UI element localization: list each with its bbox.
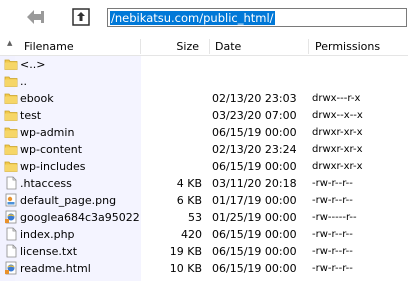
file-permissions: drwx---r-x bbox=[312, 93, 361, 104]
file-name: wp-content bbox=[20, 143, 83, 156]
folder-icon bbox=[4, 142, 18, 156]
file-row[interactable]: readme.html 10 KB 06/15/19 00:00 -rw-r--r-- bbox=[0, 260, 408, 277]
file-icon bbox=[4, 244, 18, 258]
file-size bbox=[141, 158, 202, 175]
file-size: 10 KB bbox=[169, 262, 202, 275]
file-size bbox=[141, 107, 202, 124]
file-date: 01/25/19 00:00 bbox=[212, 211, 297, 224]
path-text[interactable]: /nebikatsu.com/public_html/ bbox=[110, 11, 275, 25]
file-size: 4 KB bbox=[176, 177, 202, 190]
file-date: 02/13/20 23:24 bbox=[212, 143, 297, 156]
file-permissions: drwxr-xr-x bbox=[312, 161, 363, 172]
folder-icon bbox=[4, 125, 18, 139]
file-name: index.php bbox=[20, 228, 75, 241]
image-file-icon bbox=[4, 193, 18, 207]
column-divider[interactable] bbox=[308, 39, 309, 54]
file-permissions: -rw-----r-- bbox=[312, 212, 357, 223]
column-filename[interactable]: Filename bbox=[24, 38, 74, 55]
file-permissions: drwxr-xr-x bbox=[312, 127, 363, 138]
path-input[interactable]: /nebikatsu.com/public_html/ bbox=[107, 8, 407, 27]
file-name: .htaccess bbox=[20, 177, 72, 190]
file-size: 53 bbox=[188, 211, 202, 224]
file-date: 02/13/20 23:03 bbox=[212, 92, 297, 105]
file-name: .. bbox=[20, 75, 27, 88]
toolbar: /nebikatsu.com/public_html/ bbox=[0, 0, 408, 36]
file-permissions: drwx--x--x bbox=[312, 110, 363, 121]
folder-icon bbox=[4, 74, 18, 88]
file-size: 420 bbox=[181, 228, 202, 241]
column-size[interactable]: Size bbox=[141, 38, 199, 55]
folder-icon bbox=[4, 108, 18, 122]
sort-up-icon: ▲ bbox=[7, 39, 13, 47]
file-list: <..>.. ebook 02/13/20 23:03 drwx---r-x test 0… bbox=[0, 56, 408, 277]
column-divider[interactable] bbox=[209, 39, 210, 54]
file-date: 03/23/20 07:00 bbox=[212, 109, 297, 122]
file-size bbox=[141, 124, 202, 141]
file-size bbox=[141, 73, 202, 90]
file-icon bbox=[4, 227, 18, 241]
column-date[interactable]: Date bbox=[215, 38, 241, 55]
file-name: test bbox=[20, 109, 42, 122]
file-row[interactable]: test 03/23/20 07:00 drwx--x--x bbox=[0, 107, 408, 124]
file-row[interactable]: wp-includes 06/15/19 00:00 drwxr-xr-x bbox=[0, 158, 408, 175]
file-permissions: -rw-r--r-- bbox=[312, 246, 353, 257]
html-file-icon bbox=[4, 261, 18, 275]
file-name: default_page.png bbox=[20, 194, 117, 207]
file-permissions: -rw-r--r-- bbox=[312, 263, 353, 274]
file-name: wp-includes bbox=[20, 160, 86, 173]
file-row[interactable]: googlea684c3a95022f... 53 01/25/19 00:00 -r… bbox=[0, 209, 408, 226]
folder-icon bbox=[4, 57, 18, 71]
file-row[interactable]: <..> bbox=[0, 56, 408, 73]
file-date: 06/15/19 00:00 bbox=[212, 160, 297, 173]
file-date: 06/15/19 00:00 bbox=[212, 126, 297, 139]
file-row[interactable]: .htaccess 4 KB 03/11/20 20:18 -rw-r--r-- bbox=[0, 175, 408, 192]
file-size bbox=[141, 56, 202, 73]
file-date: 06/15/19 00:00 bbox=[212, 245, 297, 258]
file-name: googlea684c3a95022f... bbox=[20, 211, 140, 224]
file-name: wp-admin bbox=[20, 126, 75, 139]
file-date: 03/11/20 20:18 bbox=[212, 177, 297, 190]
file-row[interactable]: license.txt 19 KB 06/15/19 00:00 -rw-r--r-- bbox=[0, 243, 408, 260]
file-permissions: drwxr-xr-x bbox=[312, 144, 363, 155]
parent-directory-icon[interactable] bbox=[70, 6, 92, 28]
file-row[interactable]: index.php 420 06/15/19 00:00 -rw-r--r-- bbox=[0, 226, 408, 243]
back-arrow-icon[interactable] bbox=[24, 6, 46, 28]
html-file-icon bbox=[4, 210, 18, 224]
file-size bbox=[141, 141, 202, 158]
file-permissions: -rw-r--r-- bbox=[312, 229, 353, 240]
folder-icon bbox=[4, 159, 18, 173]
file-size: 19 KB bbox=[169, 245, 202, 258]
file-date: 06/15/19 00:00 bbox=[212, 262, 297, 275]
file-row[interactable]: wp-admin 06/15/19 00:00 drwxr-xr-x bbox=[0, 124, 408, 141]
file-size bbox=[141, 90, 202, 107]
file-name: license.txt bbox=[20, 245, 78, 258]
file-row[interactable]: .. bbox=[0, 73, 408, 90]
column-header: ▲ Filename Size Date Permissions bbox=[0, 38, 408, 56]
file-date: 06/15/19 00:00 bbox=[212, 228, 297, 241]
column-permissions[interactable]: Permissions bbox=[315, 38, 380, 55]
file-name: <..> bbox=[20, 58, 46, 71]
file-size: 6 KB bbox=[176, 194, 202, 207]
file-name: readme.html bbox=[20, 262, 91, 275]
file-row[interactable]: wp-content 02/13/20 23:24 drwxr-xr-x bbox=[0, 141, 408, 158]
file-row[interactable]: ebook 02/13/20 23:03 drwx---r-x bbox=[0, 90, 408, 107]
file-date: 01/17/19 00:00 bbox=[212, 194, 297, 207]
folder-icon bbox=[4, 91, 18, 105]
file-permissions: -rw-r--r-- bbox=[312, 178, 353, 189]
file-permissions: -rw-r--r-- bbox=[312, 195, 353, 206]
file-icon bbox=[4, 176, 18, 190]
file-row[interactable]: default_page.png 6 KB 01/17/19 00:00 -rw-r-… bbox=[0, 192, 408, 209]
file-name: ebook bbox=[20, 92, 54, 105]
